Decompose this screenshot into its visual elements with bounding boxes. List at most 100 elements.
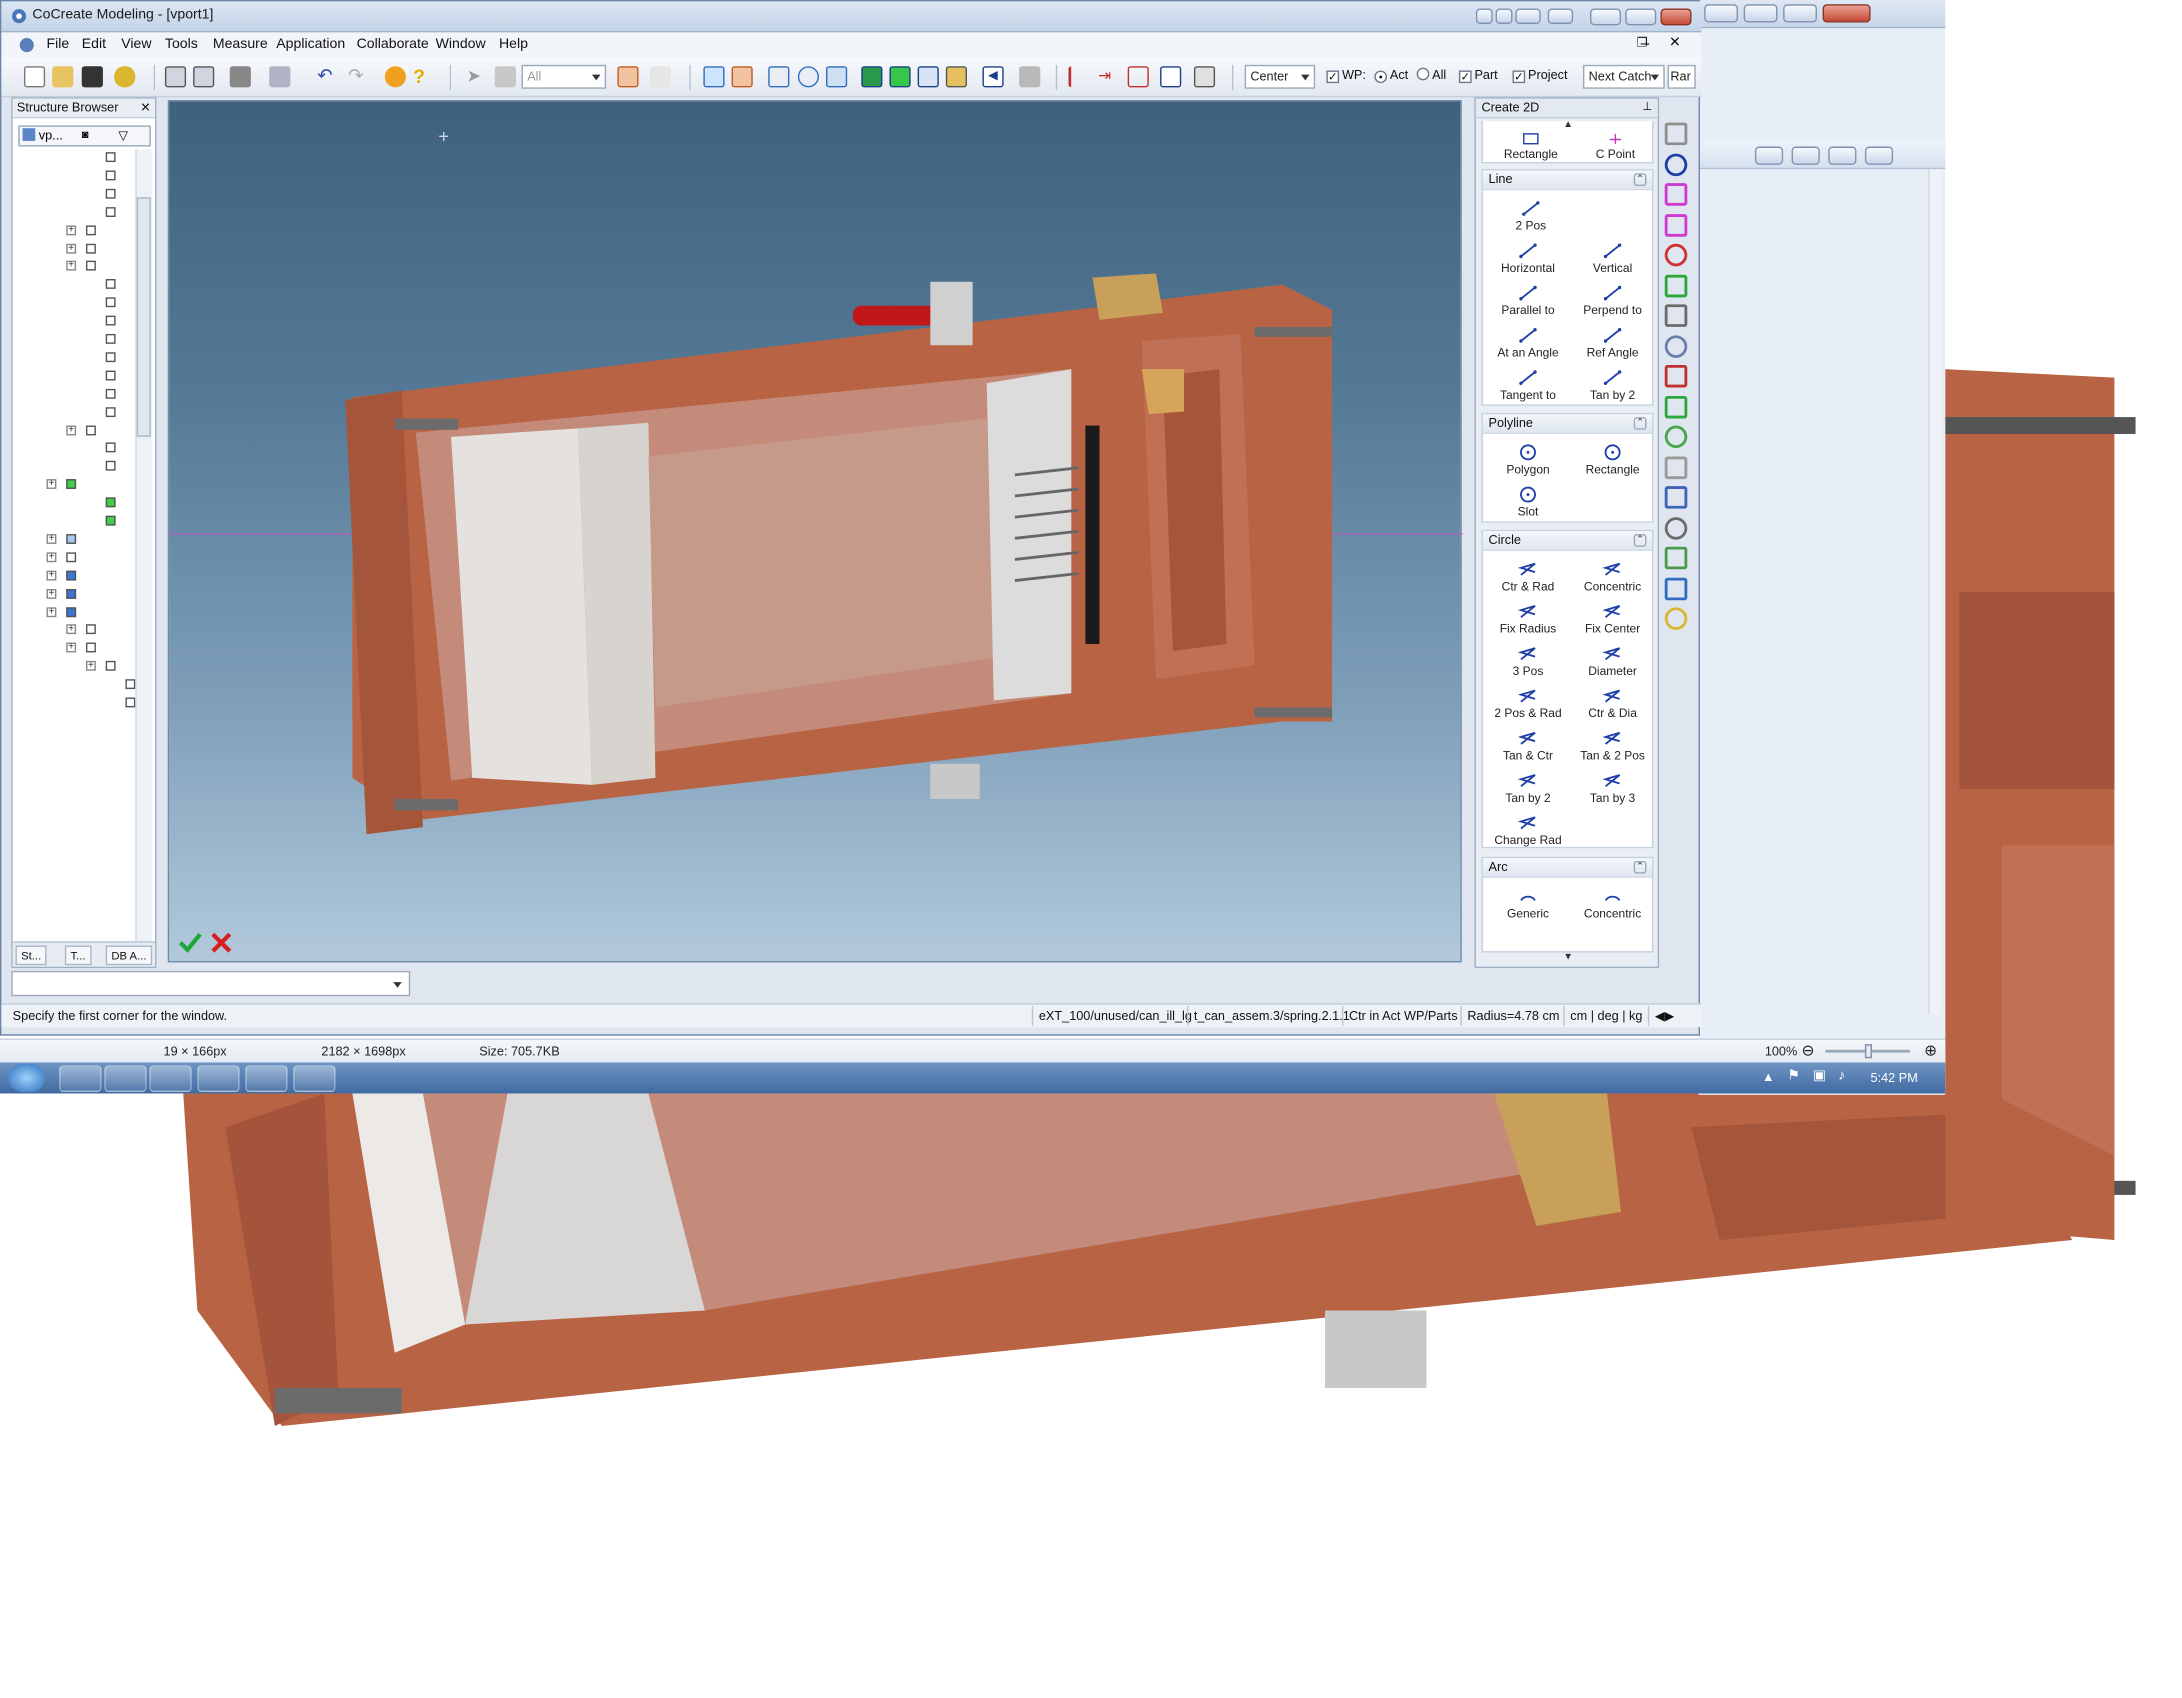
tray-volume-icon[interactable]: ♪ [1838,1068,1845,1084]
tool-polygon[interactable]: Polygon [1486,440,1571,482]
tool-ctr-dia[interactable]: Ctr & Dia [1570,683,1655,725]
tool-slot[interactable]: Slot [1486,482,1571,524]
green-square-icon[interactable] [1664,274,1688,297]
rar-combo[interactable]: Rar [1667,64,1696,89]
tree-checkbox[interactable] [105,297,116,308]
tool-tan-by-2[interactable]: Tan by 2 [1486,768,1571,810]
close-icon[interactable] [1822,4,1871,23]
tab-t[interactable]: T... [64,945,92,966]
tree-checkbox[interactable] [105,370,116,381]
structure-tree[interactable]: + + + + + + + + + + + + + [18,149,136,924]
taskbar-skype-icon[interactable] [245,1065,288,1093]
pin-icon[interactable]: ⊥ [1642,100,1652,113]
tool-generic[interactable]: Generic [1486,884,1571,926]
menu-view[interactable]: View [121,37,151,53]
angle-icon[interactable] [1127,66,1149,88]
tree-checkbox[interactable] [66,552,77,562]
copy-icon[interactable] [164,66,187,88]
status-scroll-icon[interactable]: ◀▶ [1647,1006,1680,1026]
tree-expand-icon[interactable]: + [46,588,57,599]
menu-collaborate[interactable]: Collaborate [357,37,429,53]
green-layer-icon[interactable] [1664,425,1688,449]
tool-horizontal[interactable]: Horizontal [1486,238,1571,280]
properties-icon[interactable] [1193,66,1216,88]
funnel-icon[interactable]: ▽ [118,128,128,144]
zoom-icon[interactable] [826,66,848,88]
circle-tool-icon[interactable] [1664,152,1688,176]
tree-expand-icon[interactable]: + [66,261,77,272]
folder-view-icon[interactable] [945,66,967,88]
restore-icon[interactable] [1791,146,1820,165]
page-icon[interactable] [1664,455,1688,479]
all-radio[interactable]: All [1416,67,1446,82]
tree-checkbox[interactable] [125,697,136,708]
shaded-view-icon[interactable] [861,66,883,88]
tool-diameter[interactable]: Diameter [1570,641,1655,683]
doc-minimize-icon[interactable] [1475,8,1493,24]
tree-expand-icon[interactable]: + [46,479,57,490]
tool-tan-by-3[interactable]: Tan by 3 [1570,768,1655,810]
distance-icon[interactable]: ⇥ [1098,66,1119,87]
tree-expand-icon[interactable]: + [46,606,57,617]
tab-db[interactable]: DB A... [105,945,153,966]
tool-parallel-to[interactable]: Parallel to [1486,280,1571,322]
tool-tan-2-pos[interactable]: Tan & 2 Pos [1570,726,1655,768]
play-icon[interactable] [1664,122,1688,146]
tree-checkbox[interactable] [105,188,116,199]
menu-application[interactable]: Application [276,37,345,53]
restore-icon[interactable] [1743,4,1778,23]
cancel-x-icon[interactable] [210,931,233,954]
tree-checkbox[interactable] [105,661,116,671]
menu-tools[interactable]: Tools [165,37,198,53]
crosshair-icon[interactable] [1664,243,1688,267]
tool-concentric[interactable]: Concentric [1570,884,1655,926]
tree-expand-icon[interactable]: + [46,570,57,581]
yellow-cylinder-icon[interactable] [1664,607,1688,630]
tree-checkbox[interactable] [85,224,96,235]
tree-checkbox[interactable] [125,679,136,690]
tree-checkbox[interactable] [85,243,96,253]
project-checkbox[interactable]: ✓ Project [1512,68,1567,84]
part-checkbox[interactable]: ✓ Part [1458,68,1498,84]
measure-icon[interactable] [1068,66,1089,88]
tree-expand-icon[interactable]: + [46,533,57,544]
target-icon[interactable] [1664,183,1688,206]
tree-checkbox[interactable] [105,333,116,344]
tool-at-an-angle[interactable]: At an Angle [1486,323,1571,365]
sketch-icon[interactable] [1664,213,1688,237]
mdi-close-icon[interactable]: ✕ [1669,35,1681,51]
tree-expand-icon[interactable]: + [66,642,77,653]
tree-expand-icon[interactable]: + [46,552,57,562]
section-header[interactable]: Line ⌃ [1482,170,1653,191]
menu-measure[interactable]: Measure [213,37,268,53]
calculator-icon[interactable] [1160,66,1182,88]
section-header[interactable]: Polyline ⌃ [1482,414,1653,435]
tree-checkbox[interactable] [85,424,96,435]
minimize-icon[interactable] [1704,4,1739,23]
app-menu-icon[interactable] [18,37,35,54]
scroll-up-icon[interactable]: ▲ [1563,120,1573,130]
accept-check-icon[interactable] [178,931,203,954]
cube-red-icon[interactable] [1664,364,1688,388]
load-cylinder-icon[interactable] [114,66,136,88]
tool-3-pos[interactable]: 3 Pos [1486,641,1571,683]
tree-checkbox[interactable] [105,515,116,526]
tool-perpend-to[interactable]: Perpend to [1570,280,1655,322]
filter-combo[interactable]: All [521,64,607,89]
tree-expand-icon[interactable]: + [66,424,77,435]
zoom-window-icon[interactable] [731,66,753,88]
tool-tangent-to[interactable]: Tangent to [1486,365,1571,407]
zoom-in-icon[interactable]: ⊕ [1924,1041,1937,1060]
menu-file[interactable]: File [47,37,70,53]
maximize-icon[interactable] [1625,8,1657,26]
save-icon[interactable] [81,66,103,88]
tree-checkbox[interactable] [105,497,116,508]
scroll-down-icon[interactable]: ▼ [1563,953,1573,963]
close-icon[interactable] [1660,8,1692,26]
select-tool-icon[interactable] [617,66,639,88]
paint-icon[interactable] [1664,516,1688,539]
tree-checkbox[interactable] [105,406,116,417]
rotate-icon[interactable] [797,66,819,88]
binoculars-icon[interactable]: ◙ [82,128,89,141]
cart-icon[interactable] [269,66,291,88]
